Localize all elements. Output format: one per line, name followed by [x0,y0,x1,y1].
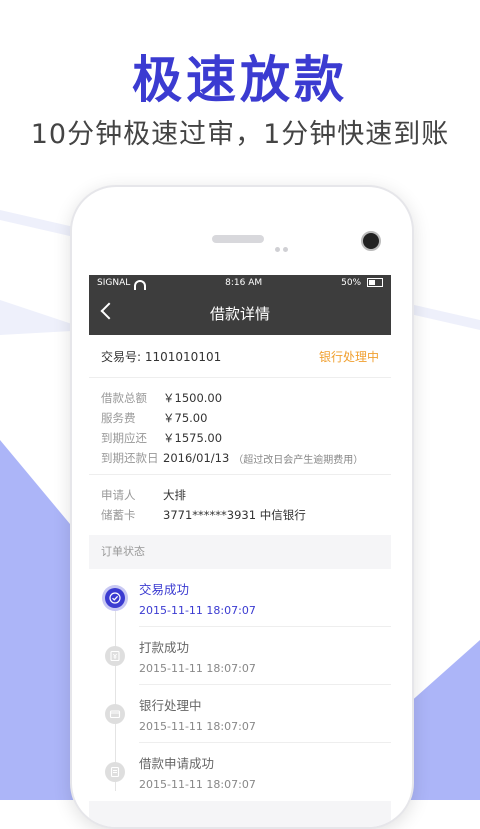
transaction-label: 交易号: [101,349,142,364]
document-icon [105,762,125,782]
status-bar: SIGNAL 8:16 AM 50% [89,275,391,291]
timeline-title: 借款申请成功 [139,755,215,771]
timeline-item: 交易成功 2015-11-11 18:07:07 [89,569,391,627]
detail-row: 借款总额 ￥1500.00 [101,388,379,408]
detail-note: （超过改日会产生逾期费用） [233,454,364,466]
timeline-item: 银行处理中 2015-11-11 18:07:07 [89,685,391,743]
phone-camera [361,231,381,251]
order-status-timeline: 交易成功 2015-11-11 18:07:07 打款成功 2015-11-11… [89,569,391,801]
transaction-number: 1101010101 [144,349,222,364]
detail-row: 到期应还 ￥1575.00 [101,428,379,448]
phone-speaker [212,235,264,243]
wifi-icon [134,280,147,290]
detail-key: 到期还款日 [101,451,159,465]
transaction-row: 交易号: 1101010101 银行处理中 [89,335,391,378]
card-icon [105,704,125,724]
applicant-row: 储蓄卡 3771******3931 中信银行 [101,505,379,525]
order-status-heading: 订单状态 [89,535,391,569]
check-icon [105,588,125,608]
applicant-value: 3771******3931 中信银行 [163,508,306,522]
detail-value: ￥1500.00 [163,391,223,405]
promo-headline: 极速放款 [132,51,348,109]
back-arrow-icon[interactable] [100,302,118,320]
battery-icon [366,278,383,287]
detail-row: 到期还款日 2016/01/13 （超过改日会产生逾期费用） [101,448,379,468]
app-screen: SIGNAL 8:16 AM 50% 借款详情 交易号: 1101010101 … [89,275,391,827]
phone-frame: SIGNAL 8:16 AM 50% 借款详情 交易号: 1101010101 … [70,185,414,829]
timeline-title: 交易成功 [139,581,190,597]
detail-value: ￥1575.00 [163,431,223,445]
detail-key: 到期应还 [101,431,147,445]
timeline-time: 2015-11-11 18:07:07 [139,719,256,733]
timeline-time: 2015-11-11 18:07:07 [139,777,256,791]
loan-detail-card: 交易号: 1101010101 银行处理中 借款总额 ￥1500.00 服务费 … [89,335,391,535]
applicant-key: 申请人 [101,488,136,502]
timeline-title: 银行处理中 [139,697,202,713]
detail-key: 服务费 [101,411,136,425]
carrier-label: SIGNAL [97,278,131,288]
applicant-row: 申请人 大排 [101,485,379,505]
timeline-time: 2015-11-11 18:07:07 [139,661,256,675]
detail-key: 借款总额 [101,391,147,405]
battery-indicator: 50% [341,278,383,288]
applicant-key: 储蓄卡 [101,508,136,522]
nav-bar: 借款详情 [89,291,391,335]
phone-sensors [275,237,291,256]
detail-row: 服务费 ￥75.00 [101,408,379,428]
applicant-value: 大排 [163,488,186,502]
timeline-time: 2015-11-11 18:07:07 [139,603,256,617]
applicant-info: 申请人 大排 储蓄卡 3771******3931 中信银行 [89,475,391,535]
detail-value: ￥75.00 [163,411,208,425]
page-title: 借款详情 [209,304,270,323]
timeline-title: 打款成功 [139,639,190,655]
timeline-item: 打款成功 2015-11-11 18:07:07 [89,627,391,685]
battery-percent: 50% [341,278,362,288]
transaction-status-badge: 银行处理中 [318,349,379,364]
status-time: 8:16 AM [225,278,263,288]
detail-value: 2016/01/13 [163,451,230,465]
loan-amounts: 借款总额 ￥1500.00 服务费 ￥75.00 到期应还 ￥1575.00 到… [89,378,391,475]
promo-subline: 10分钟极速过审，1分钟快速到账 [30,119,450,150]
money-icon [105,646,125,666]
timeline-item: 借款申请成功 2015-11-11 18:07:07 [89,743,391,801]
